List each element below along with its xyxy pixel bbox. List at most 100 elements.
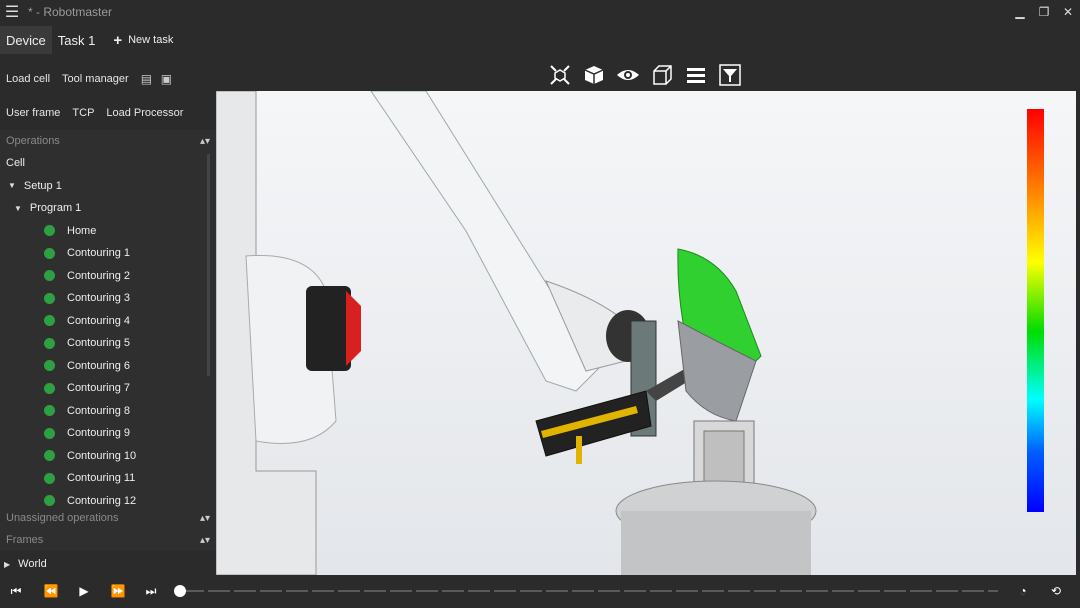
caret-down-icon[interactable]: ▼ (8, 181, 16, 190)
caret-down-icon[interactable]: ▼ (14, 204, 22, 213)
status-dot-icon (44, 495, 55, 507)
list-item-label: Contouring 12 (67, 494, 137, 507)
toolbar-row-1: Load cell Tool manager ▤ ▣ (0, 68, 216, 90)
fit-view-icon[interactable] (548, 63, 572, 87)
list-item[interactable]: Contouring 2 (0, 265, 216, 288)
operations-header-label: Operations (6, 135, 60, 147)
operations-header[interactable]: Operations ▴▾ (0, 130, 216, 152)
status-dot-icon (44, 247, 55, 259)
status-dot-icon (44, 292, 55, 304)
loop-icon[interactable]: ⟲ (1047, 583, 1065, 599)
title-bar: ☰ * - Robotmaster (0, 0, 1080, 24)
monitor-icon[interactable]: ▣ (155, 72, 175, 86)
list-item-label: Contouring 10 (67, 449, 137, 462)
speed-gauge-icon[interactable]: ◔ (1014, 583, 1032, 599)
status-dot-icon (44, 270, 55, 282)
hamburger-menu-icon[interactable]: ☰ (0, 0, 24, 24)
status-dot-icon (44, 315, 55, 327)
list-item-label: Contouring 3 (67, 292, 130, 305)
list-item[interactable]: Contouring 3 (0, 287, 216, 310)
tool-manager-button[interactable]: Tool manager (56, 73, 135, 85)
window-title: * - Robotmaster (28, 5, 113, 19)
caret-right-icon[interactable]: ▶ (4, 560, 10, 569)
expand-collapse-icon[interactable]: ▴▾ (200, 136, 210, 147)
list-item-label: Contouring 11 (67, 472, 136, 485)
3d-viewport[interactable] (216, 91, 1076, 575)
unassigned-label: Unassigned operations (6, 512, 119, 524)
tree-item-setup-label: Setup 1 (23, 179, 62, 192)
list-item-label: Contouring 4 (67, 314, 130, 327)
status-dot-icon (44, 427, 55, 439)
playback-bar: ⏮ ⏪ ▶ ⏩ ⏭ ◔ ⟲ (0, 575, 1080, 608)
list-item[interactable]: Contouring 4 (0, 310, 216, 333)
status-dot-icon (44, 405, 55, 417)
operations-scrollbar[interactable] (207, 154, 210, 376)
tree-item-cell-label: Cell (6, 157, 25, 170)
load-processor-button[interactable]: Load Processor (100, 107, 189, 119)
list-item[interactable]: Contouring 9 (0, 422, 216, 445)
tree-item-setup-1[interactable]: ▼ Setup 1 (0, 175, 216, 198)
list-item[interactable]: Contouring 8 (0, 400, 216, 423)
list-item[interactable]: Contouring 5 (0, 332, 216, 355)
tab-task-1[interactable]: Task 1 (52, 26, 102, 54)
minimize-icon[interactable]: ▁ (1008, 0, 1032, 24)
list-icon[interactable] (684, 63, 708, 87)
tree-item-cell[interactable]: Cell (0, 152, 216, 175)
load-cell-button[interactable]: Load cell (0, 73, 56, 85)
eye-icon[interactable] (616, 63, 640, 87)
list-item-label: Contouring 7 (67, 382, 130, 395)
close-icon[interactable]: ✕ (1056, 0, 1080, 24)
list-item-label: Contouring 1 (67, 247, 130, 260)
rewind-icon[interactable]: ⏪ (42, 583, 60, 599)
tree-item-program-label: Program 1 (29, 202, 82, 215)
user-frame-button[interactable]: User frame (0, 107, 66, 119)
list-item[interactable]: Contouring 10 (0, 445, 216, 468)
skip-start-icon[interactable]: ⏮ (7, 583, 25, 599)
frames-label: Frames (6, 534, 44, 546)
list-item[interactable]: Contouring 6 (0, 355, 216, 378)
expand-collapse-icon[interactable]: ▴▾ (200, 513, 210, 524)
list-item-label: Home (67, 224, 97, 237)
list-item-label: Contouring 5 (67, 337, 130, 350)
new-task-label: New task (128, 34, 174, 46)
status-dot-icon (44, 382, 55, 394)
tcp-button[interactable]: TCP (66, 107, 100, 119)
list-item[interactable]: Contouring 7 (0, 377, 216, 400)
unassigned-operations-header[interactable]: Unassigned operations ▴▾ (0, 507, 216, 529)
list-item[interactable]: Home (0, 220, 216, 243)
status-dot-icon (44, 360, 55, 372)
status-dot-icon (44, 472, 55, 484)
list-item[interactable]: Contouring 11 (0, 467, 216, 490)
timeline-slider-handle[interactable] (174, 585, 186, 597)
play-icon[interactable]: ▶ (75, 583, 93, 599)
list-item-label: Contouring 8 (67, 404, 130, 417)
frames-header[interactable]: Frames ▴▾ (0, 529, 216, 551)
filter-icon[interactable] (718, 63, 742, 87)
operations-tree: Cell ▼ Setup 1 ▼ Program 1 Home Contouri… (0, 152, 216, 507)
tree-item-world-label: World (18, 558, 47, 571)
view-cube-icon[interactable] (582, 63, 606, 87)
viewer-toolbar (548, 63, 742, 87)
tab-device[interactable]: Device (0, 26, 52, 54)
toolbar-row-2: User frame TCP Load Processor (0, 102, 216, 124)
list-item[interactable]: Contouring 12 (0, 490, 216, 508)
status-dot-icon (44, 337, 55, 349)
skip-end-icon[interactable]: ⏭ (142, 583, 160, 599)
document-icon[interactable]: ▤ (135, 72, 155, 86)
list-item[interactable]: Contouring 1 (0, 242, 216, 265)
tree-item-program-1[interactable]: ▼ Program 1 (0, 197, 216, 220)
tree-item-world[interactable]: ▶ World (0, 553, 216, 576)
status-dot-icon (44, 450, 55, 462)
operations-panel: Operations ▴▾ Cell ▼ Setup 1 ▼ Program 1… (0, 130, 216, 575)
plus-icon: + (113, 31, 123, 49)
list-item-label: Contouring 2 (67, 269, 130, 282)
expand-collapse-icon[interactable]: ▴▾ (200, 535, 210, 546)
timeline-track[interactable] (182, 590, 998, 592)
fast-forward-icon[interactable]: ⏩ (109, 583, 127, 599)
task-tabs: Device Task 1 + New task (0, 26, 216, 54)
deviation-color-scale (1027, 109, 1044, 512)
wireframe-box-icon[interactable] (650, 63, 674, 87)
new-task-button[interactable]: + New task (107, 26, 179, 54)
restore-icon[interactable]: ❐ (1032, 0, 1056, 24)
robot-cell-scene (216, 91, 817, 575)
